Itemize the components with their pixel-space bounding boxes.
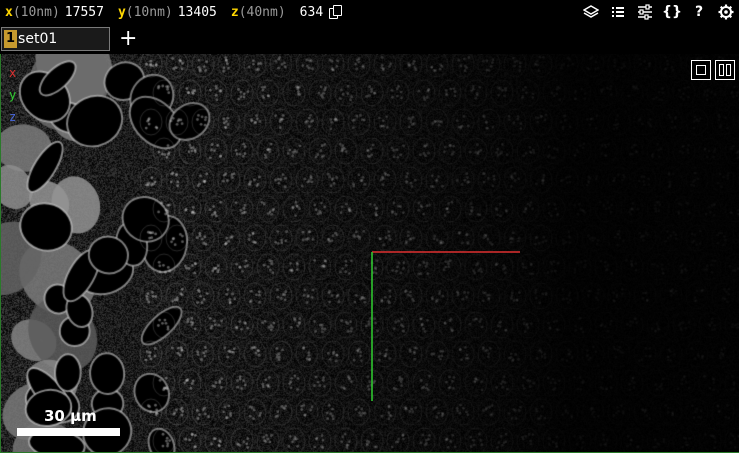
scalebar-label: 30 µm: [44, 407, 97, 425]
coord-x-unit: (10nm): [12, 4, 60, 20]
coord-y-unit: (10nm): [125, 4, 173, 20]
coord-x-label: x: [5, 4, 13, 20]
json-braces-icon[interactable]: {}: [662, 3, 682, 21]
axis-crosshair: [371, 251, 520, 401]
scalebar: [17, 428, 120, 436]
layer-name[interactable]: set01: [18, 31, 57, 47]
layer-tab[interactable]: 1 set01: [1, 27, 110, 51]
layout-4panel-icon[interactable]: [691, 60, 711, 80]
layer-bar: 1 set01 +: [0, 24, 739, 54]
coord-y-label: y: [117, 4, 126, 20]
coord-z-label: z: [230, 4, 239, 20]
axis-x-label: x: [9, 66, 17, 80]
coord-x-value[interactable]: 17557: [65, 5, 104, 20]
coordinate-bar: x (10nm) 17557 y (10nm) 13405 z (40nm) 6…: [0, 0, 739, 24]
layers-icon[interactable]: [582, 3, 600, 21]
coord-x: x (10nm) 17557: [5, 5, 104, 20]
settings-sliders-icon[interactable]: [636, 3, 654, 21]
layer-number: 1: [4, 30, 18, 48]
gear-icon[interactable]: [717, 3, 735, 21]
axis-legend: x y z: [9, 62, 16, 128]
axis-y-label: y: [9, 88, 17, 102]
help-icon[interactable]: ?: [690, 3, 708, 21]
add-layer-button[interactable]: +: [119, 26, 137, 52]
layout-split-icon[interactable]: [715, 60, 735, 80]
image-viewer[interactable]: x y z 30 µm: [0, 54, 739, 453]
coord-z-value[interactable]: 634: [300, 5, 323, 20]
coord-z-unit: (40nm): [238, 4, 286, 20]
toolbar: {} ?: [582, 3, 735, 21]
panel-layout-buttons: [691, 60, 735, 80]
list-icon[interactable]: [609, 3, 627, 21]
coord-z: z (40nm) 634: [231, 5, 323, 20]
axis-z-label: z: [9, 110, 17, 124]
copy-coordinates-icon[interactable]: [329, 5, 343, 19]
coord-y: y (10nm) 13405: [118, 5, 217, 20]
coord-y-value[interactable]: 13405: [178, 5, 217, 20]
